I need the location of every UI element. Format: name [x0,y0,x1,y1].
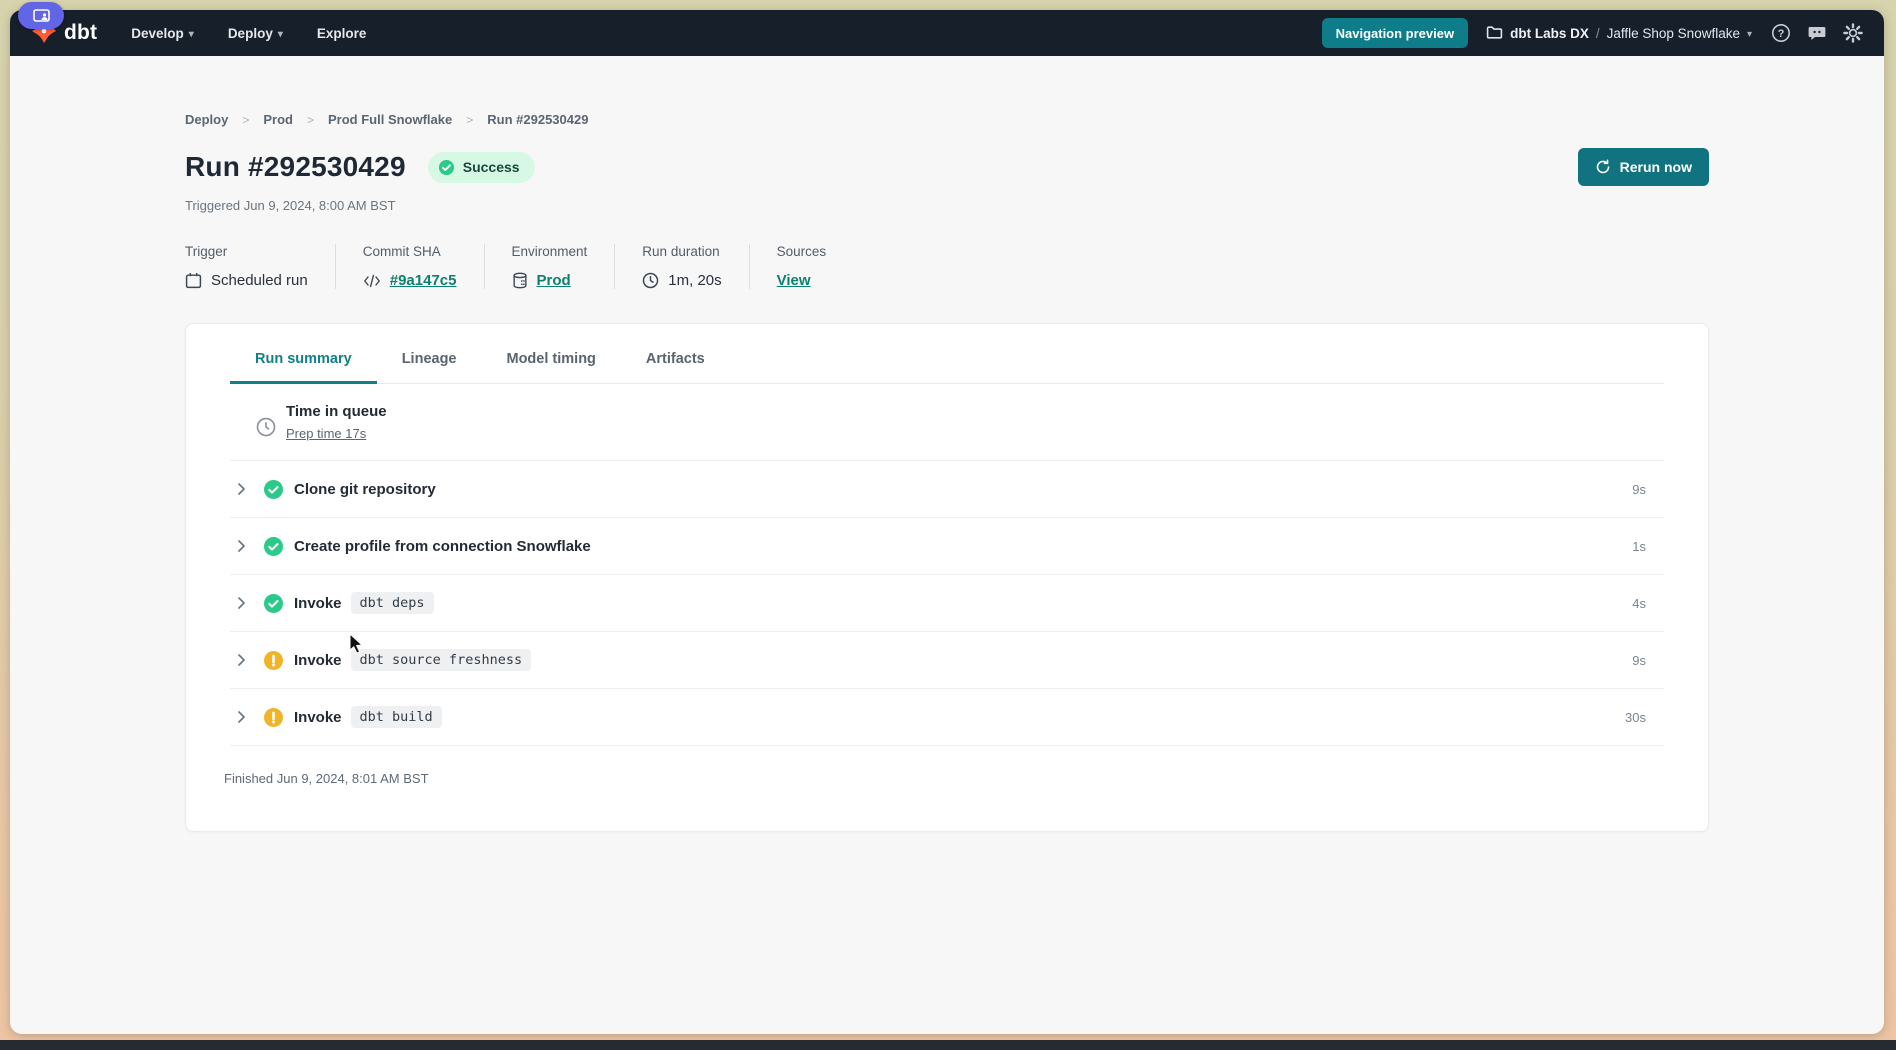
run-metadata: Trigger Scheduled run Commit SHA [185,244,1709,289]
chevron-right-icon[interactable] [236,597,248,609]
run-step-row[interactable]: Clone git repository 9s [230,461,1664,518]
run-step-row[interactable]: Create profile from connection Snowflake… [230,518,1664,575]
prep-time-link[interactable]: Prep time 17s [286,426,366,441]
dbt-logo-text: dbt [64,21,97,45]
command-chip: dbt source freshness [351,649,532,671]
app-window: dbt Develop ▾ Deploy ▾ Explore Navigatio… [10,10,1884,1034]
tab-lineage[interactable]: Lineage [377,351,482,384]
status-warning-icon [264,651,283,670]
status-warning-icon [264,708,283,727]
code-icon [363,274,381,288]
run-step-row[interactable]: Invoke dbt source freshness 9s [230,632,1664,689]
chevron-right-icon[interactable] [236,540,248,552]
step-duration: 1s [1632,539,1664,554]
folder-icon [1486,24,1503,43]
meta-commit-sha: Commit SHA #9a147c5 [336,244,484,289]
tab-model-timing[interactable]: Model timing [482,351,621,384]
status-success-icon [264,594,283,613]
chevron-right-icon[interactable] [236,483,248,495]
environment-link[interactable]: Prod [537,272,571,289]
step-duration: 9s [1632,482,1664,497]
breadcrumb-run: Run #292530429 [487,112,588,127]
run-summary-card: Run summary Lineage Model timing Artifac… [185,323,1709,832]
commit-sha-link[interactable]: #9a147c5 [390,272,457,289]
triggered-timestamp: Triggered Jun 9, 2024, 8:00 AM BST [185,198,1709,213]
chevron-down-icon: ▾ [1747,29,1752,40]
status-success-icon [264,537,283,556]
step-duration: 4s [1632,596,1664,611]
meta-environment: Environment Prod [485,244,615,289]
breadcrumb-separator: > [307,113,314,127]
meta-trigger: Trigger Scheduled run [185,244,335,289]
svg-text:?: ? [1778,28,1785,40]
breadcrumb-deploy[interactable]: Deploy [185,112,228,127]
step-duration: 30s [1625,710,1664,725]
nav-item-develop[interactable]: Develop ▾ [131,26,194,41]
settings-gear-icon[interactable] [1842,22,1864,44]
tab-run-summary[interactable]: Run summary [230,351,377,384]
project-switcher[interactable]: dbt Labs DX / Jaffle Shop Snowflake ▾ [1486,24,1752,43]
run-step-row[interactable]: Invoke dbt deps 4s [230,575,1664,632]
status-badge: Success [428,152,535,183]
nav-item-deploy[interactable]: Deploy ▾ [228,26,283,41]
status-success-icon [264,480,283,499]
account-name: dbt Labs DX [1510,26,1589,41]
breadcrumb-job[interactable]: Prod Full Snowflake [328,112,452,127]
top-navbar: dbt Develop ▾ Deploy ▾ Explore Navigatio… [10,10,1884,56]
desktop-edge-strip [0,1040,1896,1050]
screen-share-badge[interactable] [18,2,64,29]
tab-artifacts[interactable]: Artifacts [621,351,730,384]
feedback-icon[interactable] [1806,22,1828,44]
help-icon[interactable]: ? [1770,22,1792,44]
run-step-row[interactable]: Invoke dbt build 30s [230,689,1664,746]
command-chip: dbt build [351,706,442,728]
breadcrumb-prod[interactable]: Prod [263,112,293,127]
breadcrumb-separator: > [242,113,249,127]
breadcrumb-separator: > [466,113,473,127]
page-title: Run #292530429 [185,151,406,183]
chevron-right-icon[interactable] [236,654,248,666]
meta-run-duration: Run duration 1m, 20s [615,244,748,289]
meta-sources: Sources View [750,244,854,289]
chevron-down-icon: ▾ [278,29,283,40]
finished-timestamp: Finished Jun 9, 2024, 8:01 AM BST [224,746,1664,816]
clock-icon [642,272,659,289]
success-check-icon [438,159,455,176]
nav-item-explore[interactable]: Explore [317,26,367,41]
rerun-now-button[interactable]: Rerun now [1578,148,1709,186]
navigation-preview-button[interactable]: Navigation preview [1322,18,1468,48]
mouse-cursor [348,633,366,660]
step-duration: 9s [1632,653,1664,668]
sources-view-link[interactable]: View [777,272,811,289]
tab-bar: Run summary Lineage Model timing Artifac… [230,324,1664,384]
rerun-refresh-icon [1595,159,1611,175]
calendar-icon [185,272,202,289]
breadcrumb: Deploy > Prod > Prod Full Snowflake > Ru… [185,112,1709,127]
chevron-down-icon: ▾ [189,29,194,40]
environment-icon [512,272,528,289]
time-in-queue-row: Time in queue Prep time 17s [230,384,1664,461]
chevron-right-icon[interactable] [236,711,248,723]
queue-clock-icon [256,417,276,442]
screen-share-icon [33,9,50,23]
command-chip: dbt deps [351,592,434,614]
project-name: Jaffle Shop Snowflake [1607,26,1740,41]
main-nav: Develop ▾ Deploy ▾ Explore [131,26,366,41]
queue-title: Time in queue [286,403,387,420]
